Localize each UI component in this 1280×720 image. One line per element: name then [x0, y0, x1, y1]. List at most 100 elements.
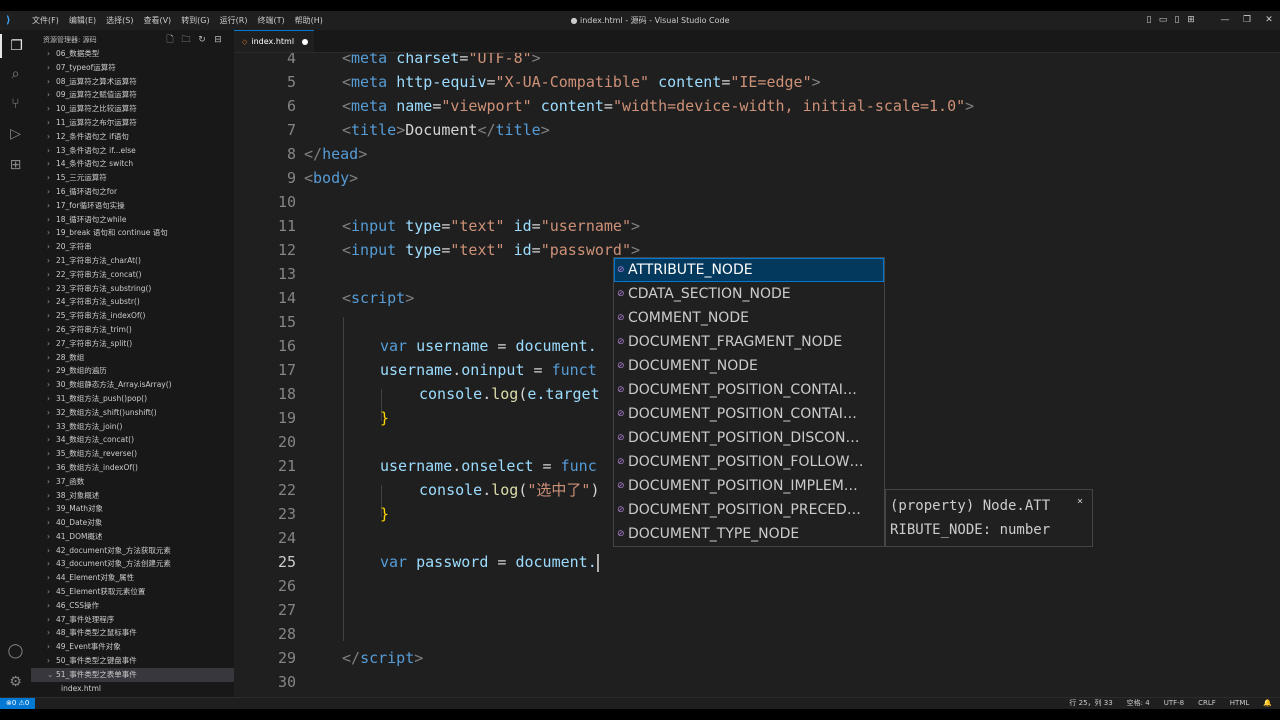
- tree-folder[interactable]: › 17_for循环语句实操: [31, 199, 234, 213]
- explorer-icon[interactable]: ❐: [0, 34, 31, 58]
- suggestion-label: DOCUMENT_TYPE_NODE: [628, 526, 800, 542]
- tree-folder[interactable]: › 21_字符串方法_charAt(): [31, 254, 234, 268]
- tree-folder[interactable]: › 12_条件语句之 if语句: [31, 130, 234, 144]
- menu-run[interactable]: 运行(R): [215, 11, 253, 30]
- suggestion-item[interactable]: ⊘ COMMENT_NODE: [614, 306, 884, 330]
- tree-folder[interactable]: › 22_字符串方法_concat(): [31, 268, 234, 282]
- menu-go[interactable]: 转到(G): [176, 11, 214, 30]
- close-details-icon[interactable]: ×: [1077, 490, 1083, 514]
- tree-folder[interactable]: › 24_字符串方法_substr(): [31, 295, 234, 309]
- toggle-panel-icon[interactable]: ▭: [1156, 11, 1170, 30]
- layout-controls: ▯ ▭ ▯ ⊞: [1142, 11, 1198, 30]
- suggestion-item[interactable]: ⊘ DOCUMENT_POSITION_CONTAI…: [614, 378, 884, 402]
- tree-folder[interactable]: › 47_事件处理程序: [31, 613, 234, 627]
- tree-folder[interactable]: › 15_三元运算符: [31, 171, 234, 185]
- minimize-icon[interactable]: —: [1214, 11, 1236, 30]
- suggestion-item[interactable]: ⊘ DOCUMENT_POSITION_CONTAI…: [614, 402, 884, 426]
- suggestion-item[interactable]: ⊘ DOCUMENT_POSITION_PRECED…: [614, 498, 884, 522]
- property-icon: ⊘: [617, 529, 625, 539]
- toggle-secondary-sidebar-icon[interactable]: ▯: [1170, 11, 1184, 30]
- tree-folder[interactable]: › 08_运算符之算术运算符: [31, 75, 234, 89]
- tree-folder[interactable]: › 40_Date对象: [31, 516, 234, 530]
- suggestion-item[interactable]: ⊘ DOCUMENT_TYPE_NODE: [614, 522, 884, 546]
- tree-folder[interactable]: › 38_对象概述: [31, 489, 234, 503]
- menu-edit[interactable]: 编辑(E): [64, 11, 101, 30]
- search-icon[interactable]: ⌕: [0, 62, 31, 86]
- tree-folder[interactable]: › 13_条件语句之 if...else: [31, 144, 234, 158]
- tree-folder[interactable]: › 49_Event事件对象: [31, 640, 234, 654]
- suggestion-item[interactable]: ⊘ DOCUMENT_NODE: [614, 354, 884, 378]
- tree-folder[interactable]: › 26_字符串方法_trim(): [31, 323, 234, 337]
- settings-gear-icon[interactable]: ⚙: [0, 670, 31, 694]
- tree-folder[interactable]: › 11_运算符之布尔运算符: [31, 116, 234, 130]
- suggestion-item[interactable]: ⊘ DOCUMENT_POSITION_DISCON…: [614, 426, 884, 450]
- tree-file-index-html[interactable]: index.html: [31, 682, 234, 696]
- tree-folder[interactable]: › 48_事件类型之鼠标事件: [31, 626, 234, 640]
- tree-folder[interactable]: › 28_数组: [31, 351, 234, 365]
- status-language[interactable]: HTML: [1230, 698, 1249, 709]
- tree-folder[interactable]: › 39_Math对象: [31, 502, 234, 516]
- tab-index-html[interactable]: ◇ index.html: [234, 30, 314, 52]
- status-cursor-position[interactable]: 行 25，列 33: [1069, 698, 1112, 709]
- tree-folder[interactable]: › 25_字符串方法_indexOf(): [31, 309, 234, 323]
- tree-folder[interactable]: › 20_字符串: [31, 240, 234, 254]
- tree-folder[interactable]: › 14_条件语句之 switch: [31, 157, 234, 171]
- suggestion-item[interactable]: ⊘ ATTRIBUTE_NODE: [614, 258, 884, 282]
- tree-folder[interactable]: › 27_字符串方法_split(): [31, 337, 234, 351]
- tree-folder[interactable]: › 41_DOM概述: [31, 530, 234, 544]
- suggestion-item[interactable]: ⊘ CDATA_SECTION_NODE: [614, 282, 884, 306]
- tree-folder[interactable]: › 44_Element对象_属性: [31, 571, 234, 585]
- extensions-icon[interactable]: ⊞: [0, 153, 31, 177]
- tree-folder[interactable]: › 30_数组静态方法_Array.isArray(): [31, 378, 234, 392]
- status-eol[interactable]: CRLF: [1198, 698, 1216, 709]
- status-encoding[interactable]: UTF-8: [1164, 698, 1184, 709]
- menu-file[interactable]: 文件(F): [27, 11, 64, 30]
- tree-folder[interactable]: › 32_数组方法_shift()unshift(): [31, 406, 234, 420]
- code-line-12: <input type="text" id="password">: [342, 241, 641, 259]
- close-window-icon[interactable]: ✕: [1258, 11, 1280, 30]
- restore-icon[interactable]: ❐: [1236, 11, 1258, 30]
- tree-folder[interactable]: › 50_事件类型之键盘事件: [31, 654, 234, 668]
- tree-folder[interactable]: › 06_数据类型: [31, 47, 234, 61]
- tree-folder[interactable]: › 10_运算符之比较运算符: [31, 102, 234, 116]
- menu-help[interactable]: 帮助(H): [290, 11, 328, 30]
- tree-folder[interactable]: › 18_循环语句之while: [31, 213, 234, 227]
- line-number-gutter: 4 5 6 7 8 9 10 11 12 13 14 15 16 17 18 19 20 21 22 23 24 25 26…: [234, 53, 296, 697]
- tree-folder[interactable]: › 19_break 语句和 continue 语句: [31, 226, 234, 240]
- tree-folder[interactable]: › 45_Element获取元素位置: [31, 585, 234, 599]
- tree-folder[interactable]: › 37_函数: [31, 475, 234, 489]
- menu-selection[interactable]: 选择(S): [101, 11, 138, 30]
- account-icon[interactable]: ◯: [0, 639, 31, 663]
- suggestion-item[interactable]: ⊘ DOCUMENT_FRAGMENT_NODE: [614, 330, 884, 354]
- tree-folder-label: 42_document对象_方法获取元素: [56, 545, 171, 555]
- tree-folder[interactable]: › 34_数组方法_concat(): [31, 433, 234, 447]
- run-debug-icon[interactable]: ▷: [0, 122, 31, 146]
- tree-folder[interactable]: › 16_循环语句之for: [31, 185, 234, 199]
- customize-layout-icon[interactable]: ⊞: [1184, 11, 1198, 30]
- suggestion-item[interactable]: ⊘ DOCUMENT_POSITION_FOLLOW…: [614, 450, 884, 474]
- suggestion-widget[interactable]: ⊘ ATTRIBUTE_NODE ⊘ CDATA_SECTION_NODE ⊘ COMME…: [613, 257, 885, 547]
- suggestion-item[interactable]: ⊘ DOCUMENT_POSITION_IMPLEM…: [614, 474, 884, 498]
- tree-folder[interactable]: › 46_CSS操作: [31, 599, 234, 613]
- explorer-title: 资源管理器: 源码: [43, 36, 97, 44]
- source-control-icon[interactable]: ⑂: [0, 92, 31, 116]
- notifications-bell-icon[interactable]: 🔔: [1263, 698, 1272, 709]
- tree-folder[interactable]: › 23_字符串方法_substring(): [31, 282, 234, 296]
- tree-folder-label: 28_数组: [56, 352, 85, 362]
- tree-folder[interactable]: › 42_document对象_方法获取元素: [31, 544, 234, 558]
- tree-folder[interactable]: ⌄ 51_事件类型之表单事件: [31, 667, 234, 682]
- tree-folder[interactable]: › 33_数组方法_join(): [31, 420, 234, 434]
- tree-folder[interactable]: › 07_typeof运算符: [31, 61, 234, 75]
- tree-folder[interactable]: › 29_数组的遍历: [31, 364, 234, 378]
- status-indentation[interactable]: 空格: 4: [1127, 698, 1150, 709]
- toggle-sidebar-icon[interactable]: ▯: [1142, 11, 1156, 30]
- tree-folder[interactable]: › 43_document对象_方法创建元素: [31, 557, 234, 571]
- unsaved-dot-icon[interactable]: [302, 39, 308, 45]
- menu-terminal[interactable]: 终端(T): [252, 11, 289, 30]
- tree-folder[interactable]: › 36_数组方法_indexOf(): [31, 461, 234, 475]
- menu-view[interactable]: 查看(V): [138, 11, 176, 30]
- tree-folder[interactable]: › 31_数组方法_push()pop(): [31, 392, 234, 406]
- tree-folder[interactable]: › 35_数组方法_reverse(): [31, 447, 234, 461]
- tree-folder[interactable]: › 09_运算符之赋值运算符: [31, 88, 234, 102]
- status-problems[interactable]: ⊗0 ⚠0: [0, 698, 36, 709]
